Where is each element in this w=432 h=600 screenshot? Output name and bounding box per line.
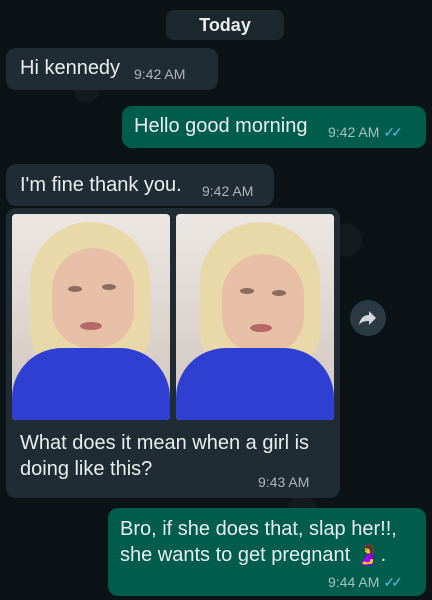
image-caption-line: doing like this? [20,458,153,480]
image-caption-line: What does it mean when a girl is [20,432,310,454]
message-time: 9:42 AM [202,183,254,199]
message-image-right[interactable] [176,214,334,420]
message-bubble-outgoing[interactable]: Hello good morning 9:42 AM ✓✓ [122,106,426,148]
double-check-icon: ✓✓ [383,124,403,140]
message-time: 9:44 AM ✓✓ [328,574,403,591]
message-text: Hello good morning [134,115,308,137]
message-bubble-outgoing[interactable]: Bro, if she does that, slap her!!, she w… [108,508,426,596]
date-divider: Today [166,10,284,40]
forward-icon [359,311,376,325]
message-time: 9:42 AM [134,66,186,82]
image-message-bubble[interactable]: What does it mean when a girl is doing l… [6,208,340,498]
message-bubble-incoming[interactable]: Hi kennedy 9:42 AM [6,48,218,90]
message-text: Hi kennedy [20,57,121,79]
message-text: I'm fine thank you. [20,174,182,196]
date-divider-label: Today [199,14,251,35]
message-text-line: Bro, if she does that, slap her!!, [120,518,397,540]
double-check-icon: ✓✓ [383,574,403,590]
message-time-label: 9:42 AM [328,124,380,140]
message-text: Bro, if she does that, slap her!!, she w… [120,516,420,568]
message-image-left[interactable] [12,214,170,420]
message-bubble-incoming[interactable]: I'm fine thank you. 9:42 AM [6,164,274,206]
message-time-label: 9:44 AM [328,574,380,590]
message-time: 9:43 AM [258,474,310,490]
message-time: 9:42 AM ✓✓ [328,124,403,141]
message-text-line: she wants to get pregnant 🤰. [120,544,387,566]
forward-button[interactable] [350,300,386,336]
